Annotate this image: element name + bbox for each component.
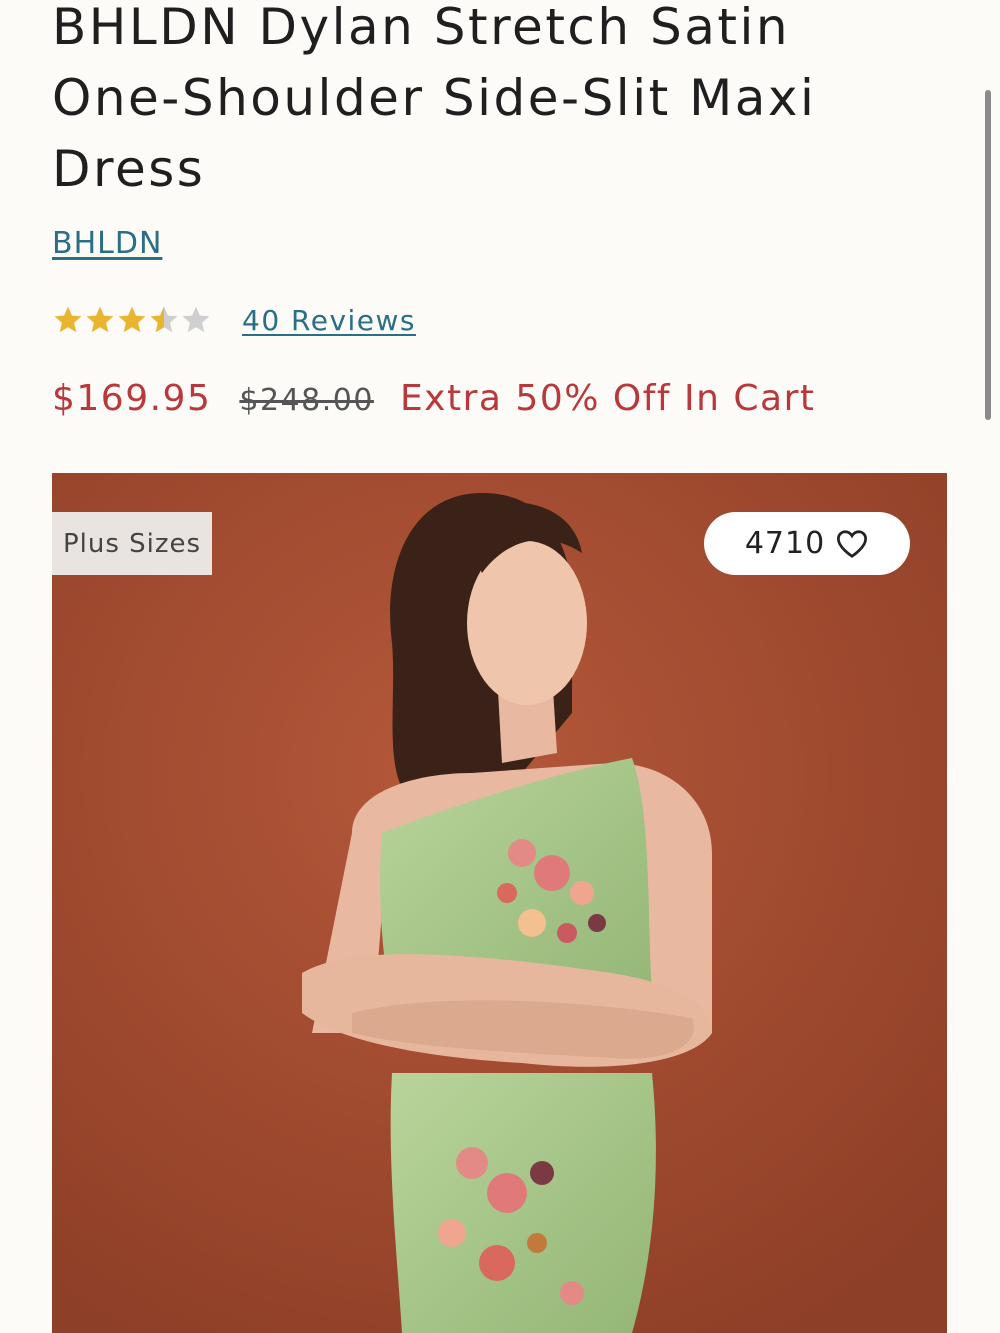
promo-text: Extra 50% Off In Cart — [399, 378, 816, 419]
favorites-count: 4710 — [744, 526, 826, 561]
product-title: BHLDN Dylan Stretch Satin One-Shoulder S… — [52, 0, 817, 198]
rating-row: 40 Reviews — [52, 298, 416, 342]
star-empty-icon — [182, 306, 210, 333]
star-rating[interactable] — [52, 304, 212, 336]
scrollbar[interactable] — [985, 90, 991, 420]
product-photo — [52, 473, 947, 1333]
sale-price: $169.95 — [52, 378, 212, 419]
product-image[interactable]: Plus Sizes 4710 — [52, 473, 947, 1333]
price-row: $169.95 $248.00 Extra 50% Off In Cart — [52, 378, 815, 419]
star-icon — [118, 306, 146, 333]
favorite-button[interactable]: 4710 — [704, 512, 910, 575]
star-icon — [86, 306, 114, 333]
brand-link[interactable]: BHLDN — [52, 226, 162, 261]
plus-sizes-badge: Plus Sizes — [52, 512, 212, 575]
heart-outline-icon — [837, 529, 868, 558]
reviews-link[interactable]: 40 Reviews — [242, 304, 416, 337]
star-half-icon — [150, 306, 178, 333]
original-price: $248.00 — [239, 383, 374, 418]
star-icon — [54, 306, 82, 333]
